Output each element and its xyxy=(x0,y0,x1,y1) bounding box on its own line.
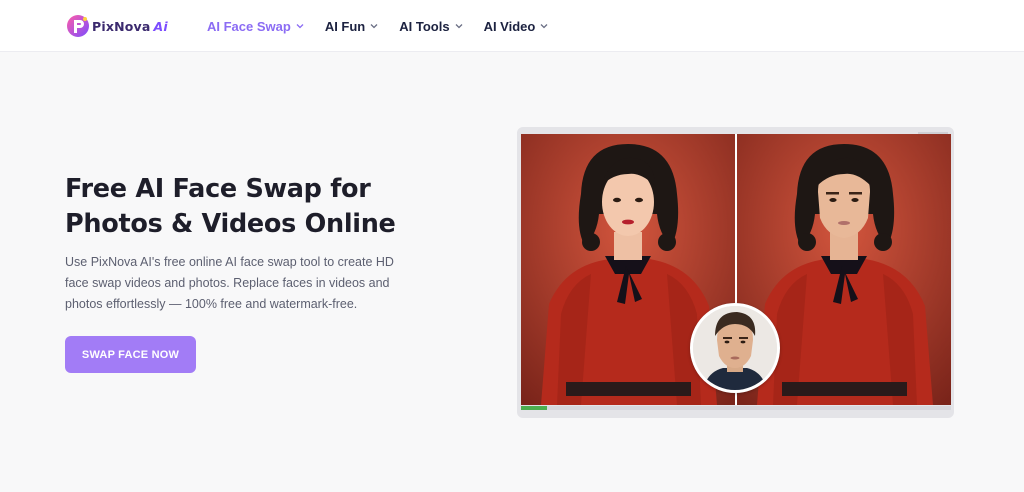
nav-item-label: AI Tools xyxy=(399,18,450,34)
source-face-thumbnail xyxy=(690,303,780,393)
hero-title: Free AI Face Swap for Photos & Videos On… xyxy=(65,174,396,239)
brand-suffix: Ai xyxy=(153,18,168,34)
chevron-down-icon xyxy=(370,22,378,30)
brand-logo[interactable]: PixNova Ai xyxy=(66,13,168,39)
nav-item-label: AI Fun xyxy=(324,18,366,34)
nav-item-ai-video[interactable]: AI Video xyxy=(484,19,549,34)
main-nav: AI Face Swap AI Fun AI Tools AI Video xyxy=(207,0,569,52)
site-header: PixNova Ai AI Face Swap AI Fun AI Tools … xyxy=(0,0,1024,52)
brand-name: PixNova xyxy=(92,18,151,34)
nav-item-ai-fun[interactable]: AI Fun xyxy=(325,19,378,34)
nav-item-ai-tools[interactable]: AI Tools xyxy=(399,18,463,34)
nav-item-label: AI Face Swap xyxy=(207,18,291,34)
hero-description: Use PixNova AI's free online AI face swa… xyxy=(65,255,394,311)
chevron-down-icon xyxy=(296,22,304,30)
chevron-down-icon xyxy=(540,22,548,30)
nav-item-ai-face-swap[interactable]: AI Face Swap xyxy=(207,19,304,34)
chevron-down-icon xyxy=(455,22,463,30)
face-swap-demo xyxy=(517,127,954,418)
logo-icon xyxy=(66,14,90,38)
demo-progress-fill xyxy=(521,406,547,410)
demo-progress-bar xyxy=(521,406,951,410)
nav-item-label: AI Video xyxy=(483,18,536,34)
swap-face-now-button[interactable]: SWAP FACE NOW xyxy=(65,336,196,373)
